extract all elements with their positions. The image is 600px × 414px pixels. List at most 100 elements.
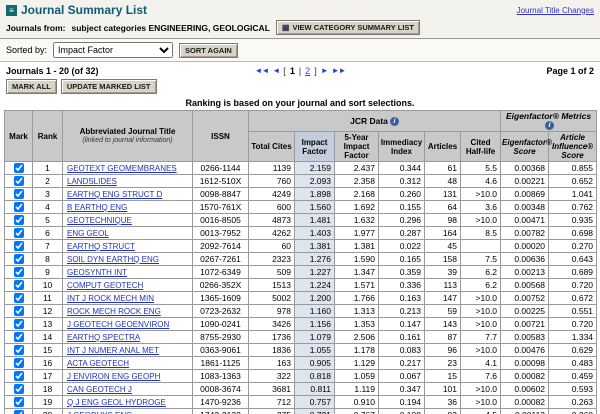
journal-title-link[interactable]: J GEOTECH GEOENVIRON	[67, 320, 169, 329]
mark-cell	[4, 382, 33, 396]
eigenfactor-score-cell: 0.00636	[500, 252, 550, 266]
journal-title-link[interactable]: SOIL DYN EARTHQ ENG	[67, 255, 159, 264]
jcr-data-info-icon[interactable]: i	[389, 116, 399, 126]
five-year-if-cell: 1.059	[334, 369, 379, 383]
view-category-summary-button[interactable]: ▦ VIEW CATEGORY SUMMARY LIST	[275, 20, 420, 35]
journal-title-link[interactable]: ENG GEOL	[67, 229, 109, 238]
mark-checkbox[interactable]	[13, 371, 24, 382]
update-marked-list-button[interactable]: UPDATE MARKED LIST	[60, 79, 157, 94]
rank-cell: 20	[32, 408, 63, 414]
immediacy-index-cell: 0.067	[378, 369, 425, 383]
mark-checkbox[interactable]	[13, 319, 24, 330]
impact-factor-cell: 1.276	[294, 252, 335, 266]
journal-title-changes-link[interactable]: Journal Title Changes	[517, 6, 594, 15]
article-influence-cell: 0.268	[548, 408, 598, 414]
mark-checkbox[interactable]	[13, 345, 24, 356]
ranking-note: Ranking is based on your journal and sor…	[185, 98, 415, 108]
article-influence-cell: 1.334	[548, 330, 598, 344]
mark-checkbox[interactable]	[13, 293, 24, 304]
mark-checkbox[interactable]	[13, 332, 24, 343]
mark-checkbox[interactable]	[13, 306, 24, 317]
mark-checkbox[interactable]	[13, 241, 24, 252]
journal-title-link[interactable]: Q J ENG GEOL HYDROGE	[67, 398, 166, 407]
issn-cell: 0267-7261	[192, 252, 249, 266]
journal-title-link[interactable]: COMPUT GEOTECH	[67, 281, 143, 290]
journal-title-link[interactable]: GEOTECHNIQUE	[67, 216, 132, 225]
next-page-icon[interactable]: ►	[321, 66, 329, 75]
articles-cell: 143	[424, 317, 461, 331]
journal-title-link[interactable]: B EARTHQ ENG	[67, 203, 127, 212]
journal-title-link[interactable]: ACTA GEOTECH	[67, 359, 129, 368]
top-nav-row: Journals 1 - 20 (of 32) ◄◄ ◄ [ 1 | 2 ] ►…	[0, 62, 600, 77]
sort-again-button[interactable]: SORT AGAIN	[179, 42, 238, 58]
cited-half-life-cell: 7.5	[459, 252, 502, 266]
prev-page-icon[interactable]: ◄	[272, 66, 280, 75]
mark-checkbox[interactable]	[13, 189, 24, 200]
mark-all-label: MARK ALL	[12, 82, 51, 91]
table-row: 1 GEOTEXT GEOMEMBRANES 0266-1144 1139 2.…	[4, 161, 598, 175]
eigenfactor-score-cell: 0.00568	[500, 278, 550, 292]
eigenfactor-info-icon[interactable]: i	[545, 121, 555, 130]
mark-checkbox[interactable]	[13, 215, 24, 226]
cited-half-life-cell: 4.6	[459, 174, 502, 188]
col-header-cited-half-life: Cited Half-life	[459, 131, 502, 162]
mark-checkbox[interactable]	[13, 163, 24, 174]
immediacy-index-cell: 0.083	[378, 343, 425, 357]
article-influence-cell: 0.762	[548, 200, 598, 214]
journal-title-link[interactable]: EARTHQ ENG STRUCT D	[67, 190, 162, 199]
mark-checkbox[interactable]	[13, 358, 24, 369]
table-row: 7 EARTHQ STRUCT 2092-7614 60 1.381 1.381…	[4, 239, 598, 253]
article-influence-cell: 0.551	[548, 304, 598, 318]
journal-title-link[interactable]: GEOSYNTH INT	[67, 268, 127, 277]
category-list-icon: ▦	[281, 23, 290, 32]
mark-checkbox[interactable]	[13, 228, 24, 239]
articles-cell: 48	[424, 174, 461, 188]
articles-cell: 98	[424, 213, 461, 227]
mark-checkbox[interactable]	[13, 280, 24, 291]
five-year-if-cell: 1.692	[334, 200, 379, 214]
journal-title-link[interactable]: INT J ROCK MECH MIN	[67, 294, 154, 303]
mark-cell	[4, 317, 33, 331]
total-cites-cell: 760	[248, 174, 295, 188]
rank-cell: 9	[32, 265, 63, 279]
page-2-link[interactable]: 2	[305, 66, 310, 76]
total-cites-cell: 509	[248, 265, 295, 279]
journal-title-link[interactable]: J GEOPHYS ENG	[67, 411, 132, 414]
mark-checkbox[interactable]	[13, 267, 24, 278]
mark-checkbox[interactable]	[13, 202, 24, 213]
col-header-mark: Mark	[4, 110, 33, 162]
mark-all-button[interactable]: MARK ALL	[6, 79, 57, 94]
total-cites-cell: 163	[248, 356, 295, 370]
mark-checkbox[interactable]	[13, 254, 24, 265]
five-year-if-cell: 1.313	[334, 304, 379, 318]
journal-title-cell: ROCK MECH ROCK ENG	[62, 304, 193, 318]
page-bracket-open: [	[283, 65, 286, 76]
rank-cell: 4	[32, 200, 63, 214]
sort-select[interactable]: Impact Factor	[53, 42, 174, 58]
journal-title-link[interactable]: J ENVIRON ENG GEOPH	[67, 372, 160, 381]
journal-title-link[interactable]: EARTHQ SPECTRA	[67, 333, 140, 342]
articles-cell: 158	[424, 252, 461, 266]
last-page-icon[interactable]: ►►	[332, 66, 347, 75]
article-influence-cell: 1.041	[548, 187, 598, 201]
journal-title-link[interactable]: INT J NUMER ANAL MET	[67, 346, 159, 355]
first-page-icon[interactable]: ◄◄	[255, 66, 270, 75]
articles-cell: 101	[424, 382, 461, 396]
mark-cell	[4, 278, 33, 292]
mark-checkbox[interactable]	[13, 384, 24, 395]
mark-checkbox[interactable]	[13, 410, 24, 414]
table-row: 12 ROCK MECH ROCK ENG 0723-2632 978 1.16…	[4, 304, 598, 318]
mark-cell	[4, 174, 33, 188]
journal-title-link[interactable]: EARTHQ STRUCT	[67, 242, 135, 251]
journal-title-link[interactable]: ROCK MECH ROCK ENG	[67, 307, 161, 316]
mark-checkbox[interactable]	[13, 397, 24, 408]
articles-cell: 23	[424, 356, 461, 370]
issn-cell: 0723-2632	[192, 304, 249, 318]
journal-title-link[interactable]: GEOTEXT GEOMEMBRANES	[67, 164, 177, 173]
journal-title-link[interactable]: LANDSLIDES	[67, 177, 117, 186]
sort-bar: Sorted by: Impact Factor SORT AGAIN	[0, 39, 600, 62]
total-cites-cell: 4262	[248, 226, 295, 240]
issn-cell: 0363-9061	[192, 343, 249, 357]
journal-title-link[interactable]: CAN GEOTECH J	[67, 385, 132, 394]
mark-checkbox[interactable]	[13, 176, 24, 187]
